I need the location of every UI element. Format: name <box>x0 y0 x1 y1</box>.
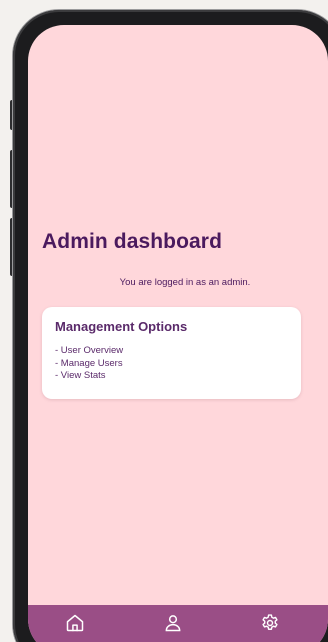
option-manage-users[interactable]: - Manage Users <box>55 358 123 371</box>
management-options-card: Management Options - User Overview - Man… <box>42 307 301 399</box>
nav-settings-button[interactable] <box>255 611 285 635</box>
login-status-text: You are logged in as an admin. <box>119 277 251 288</box>
home-icon <box>66 614 84 632</box>
nav-home-button[interactable] <box>60 611 90 635</box>
management-options-list: - User Overview - Manage Users - View St… <box>55 345 123 383</box>
gear-icon <box>262 614 278 630</box>
phone-frame: Admin dashboard You are logged in as an … <box>13 10 328 642</box>
option-view-stats[interactable]: - View Stats <box>55 370 123 383</box>
nav-profile-button[interactable] <box>158 611 188 635</box>
stage: Admin dashboard You are logged in as an … <box>0 0 328 642</box>
option-user-overview[interactable]: - User Overview <box>55 345 123 358</box>
app-screen: Admin dashboard You are logged in as an … <box>28 25 328 642</box>
card-title: Management Options <box>55 319 188 334</box>
page-title: Admin dashboard <box>42 230 223 253</box>
user-icon <box>165 615 181 632</box>
bottom-nav-bar <box>28 605 328 642</box>
